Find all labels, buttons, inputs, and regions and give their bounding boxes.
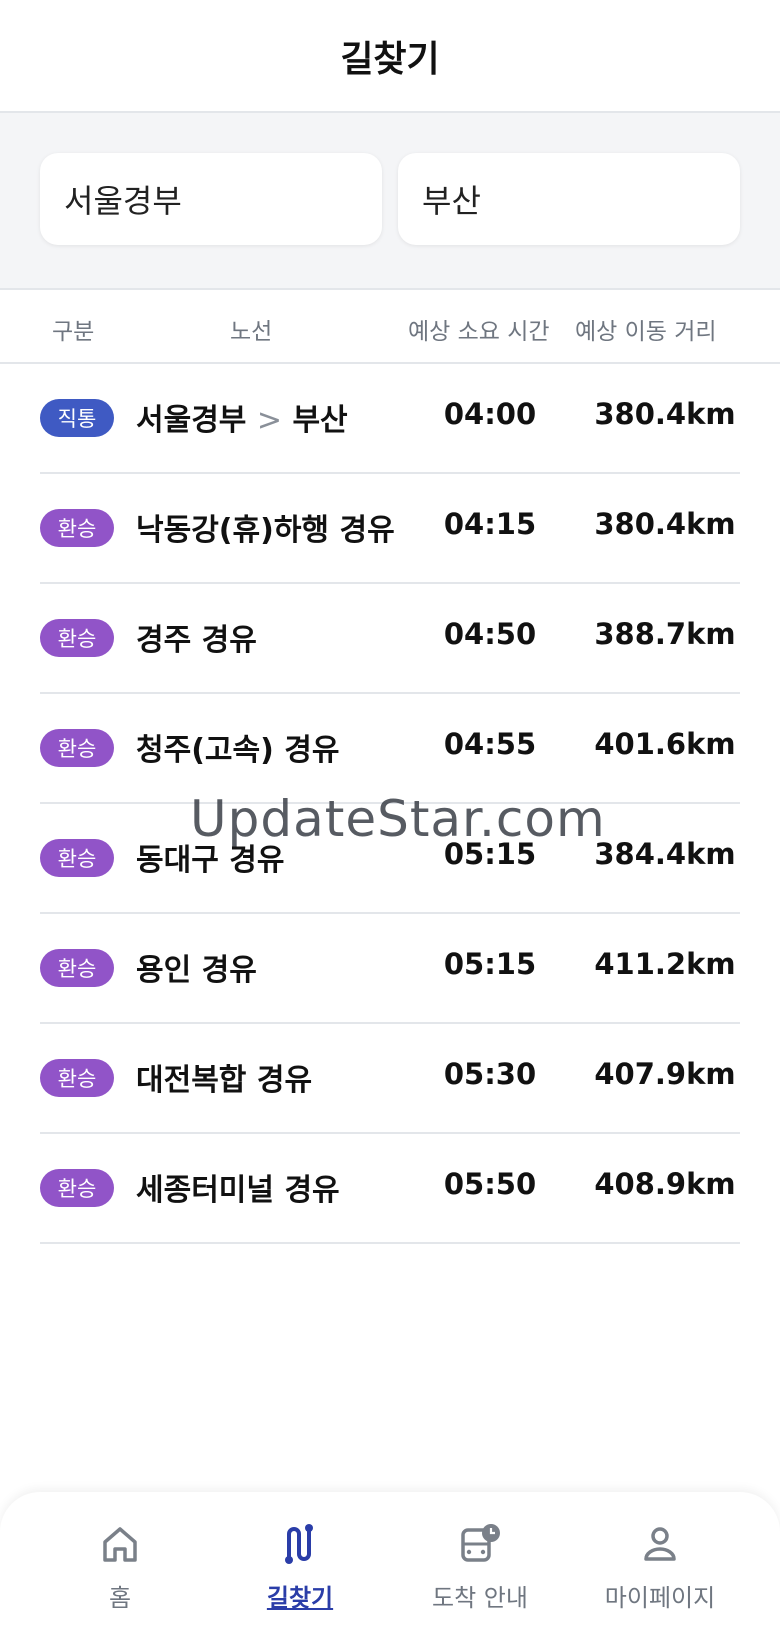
route-name: 대전복합 경유 [136, 1063, 313, 1098]
route-name: 서울경부 > 부산 [136, 395, 348, 439]
route-row[interactable]: 환승 경주 경유 04:50 388.7km [40, 584, 740, 694]
route-time: 05:50 [443, 1167, 537, 1201]
route-time: 05:15 [443, 837, 537, 871]
app-header: 길찾기 [0, 0, 780, 113]
route-time: 05:15 [443, 947, 537, 981]
route-distance: 408.9km [594, 1167, 736, 1201]
route-destination: 부산 [292, 403, 348, 438]
transfer-badge: 환승 [40, 1169, 114, 1207]
home-icon [103, 1527, 137, 1562]
transfer-badge: 환승 [40, 839, 114, 877]
transfer-badge: 환승 [40, 1059, 114, 1097]
route-distance: 380.4km [594, 507, 736, 541]
destination-field[interactable]: 부산 [398, 153, 740, 245]
route-name: 용인 경유 [136, 953, 257, 988]
page-title: 길찾기 [340, 38, 440, 80]
route-name: 동대구 경유 [136, 843, 285, 878]
origin-field[interactable]: 서울경부 [40, 153, 382, 245]
route-list: 직통 서울경부 > 부산 04:00 380.4km 환승 낙동강(휴)하행 경… [40, 364, 740, 1244]
route-name: 낙동강(휴)하행 경유 [136, 513, 395, 548]
column-time: 예상 소요 시간 [408, 319, 550, 345]
route-row[interactable]: 환승 용인 경유 05:15 411.2km [40, 914, 740, 1024]
column-distance: 예상 이동 거리 [575, 319, 717, 345]
route-time: 04:55 [443, 727, 537, 761]
route-row-direct[interactable]: 직통 서울경부 > 부산 04:00 380.4km [40, 364, 740, 474]
route-row[interactable]: 환승 청주(고속) 경유 04:55 401.6km [40, 694, 740, 804]
route-time: 04:50 [443, 617, 537, 651]
route-row[interactable]: 환승 세종터미널 경유 05:50 408.9km [40, 1134, 740, 1244]
nav-home-label: 홈 [108, 1584, 132, 1612]
nav-arrival[interactable]: 도착 안내 [390, 1522, 570, 1622]
person-icon [644, 1527, 676, 1561]
route-distance: 384.4km [594, 837, 736, 871]
nav-arrival-label: 도착 안내 [432, 1584, 528, 1612]
route-time: 05:30 [443, 1057, 537, 1091]
transfer-badge: 환승 [40, 509, 114, 547]
route-name: 경주 경유 [136, 623, 257, 658]
nav-route[interactable]: 길찾기 [210, 1522, 390, 1622]
route-distance: 401.6km [594, 727, 736, 761]
bus-clock-icon [461, 1524, 500, 1562]
nav-home[interactable]: 홈 [30, 1522, 210, 1622]
route-time: 04:15 [443, 507, 537, 541]
route-name: 청주(고속) 경유 [136, 733, 340, 768]
route-origin: 서울경부 [136, 403, 247, 438]
route-row[interactable]: 환승 낙동강(휴)하행 경유 04:15 380.4km [40, 474, 740, 584]
transfer-badge: 환승 [40, 729, 114, 767]
transfer-badge: 환승 [40, 949, 114, 987]
route-name: 세종터미널 경유 [136, 1173, 340, 1208]
route-icon [285, 1524, 313, 1564]
route-distance: 380.4km [594, 397, 736, 431]
column-type: 구분 [52, 319, 95, 345]
nav-mypage-label: 마이페이지 [604, 1584, 716, 1612]
route-row[interactable]: 환승 동대구 경유 05:15 384.4km [40, 804, 740, 914]
bottom-nav: 홈 길찾기 도착 안내 마이페이지 [0, 1492, 780, 1641]
route-time: 04:00 [443, 397, 537, 431]
column-route: 노선 [230, 319, 273, 345]
route-distance: 411.2km [594, 947, 736, 981]
table-header: 구분 노선 예상 소요 시간 예상 이동 거리 [0, 290, 780, 364]
route-distance: 407.9km [594, 1057, 736, 1091]
route-row[interactable]: 환승 대전복합 경유 05:30 407.9km [40, 1024, 740, 1134]
nav-mypage[interactable]: 마이페이지 [570, 1522, 750, 1622]
nav-route-label: 길찾기 [266, 1584, 334, 1612]
transfer-badge: 환승 [40, 619, 114, 657]
route-distance: 388.7km [594, 617, 736, 651]
direct-badge: 직통 [40, 399, 114, 437]
search-area: 서울경부 부산 [0, 113, 780, 290]
route-separator: > [256, 403, 282, 438]
